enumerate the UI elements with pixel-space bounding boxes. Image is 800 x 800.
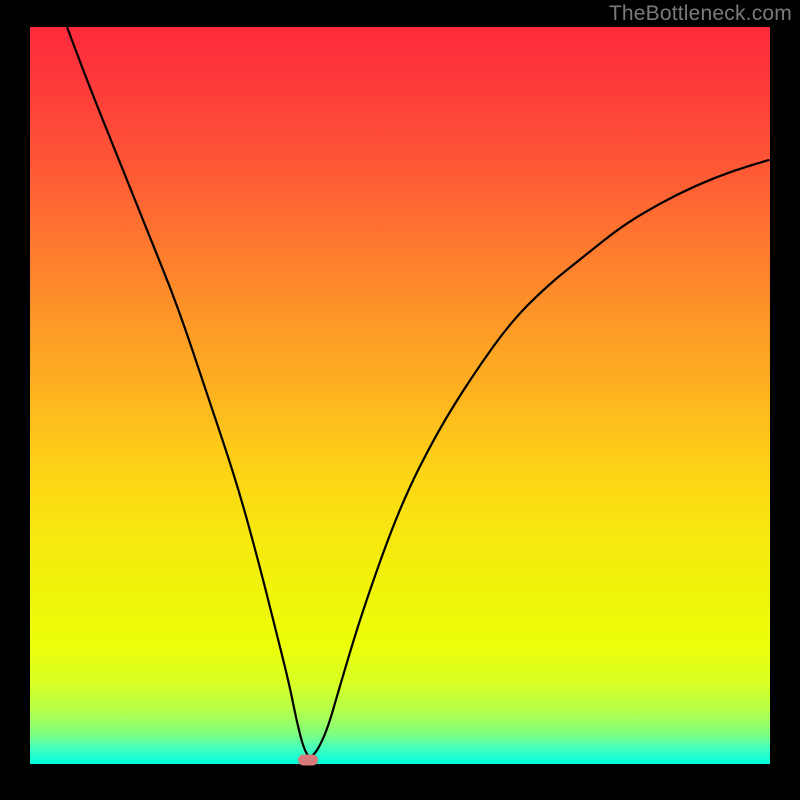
bottleneck-curve: [67, 27, 770, 756]
curve-svg: [30, 27, 770, 764]
watermark-text: TheBottleneck.com: [609, 2, 792, 26]
minimum-marker: [298, 755, 318, 766]
plot-area: [30, 27, 770, 764]
